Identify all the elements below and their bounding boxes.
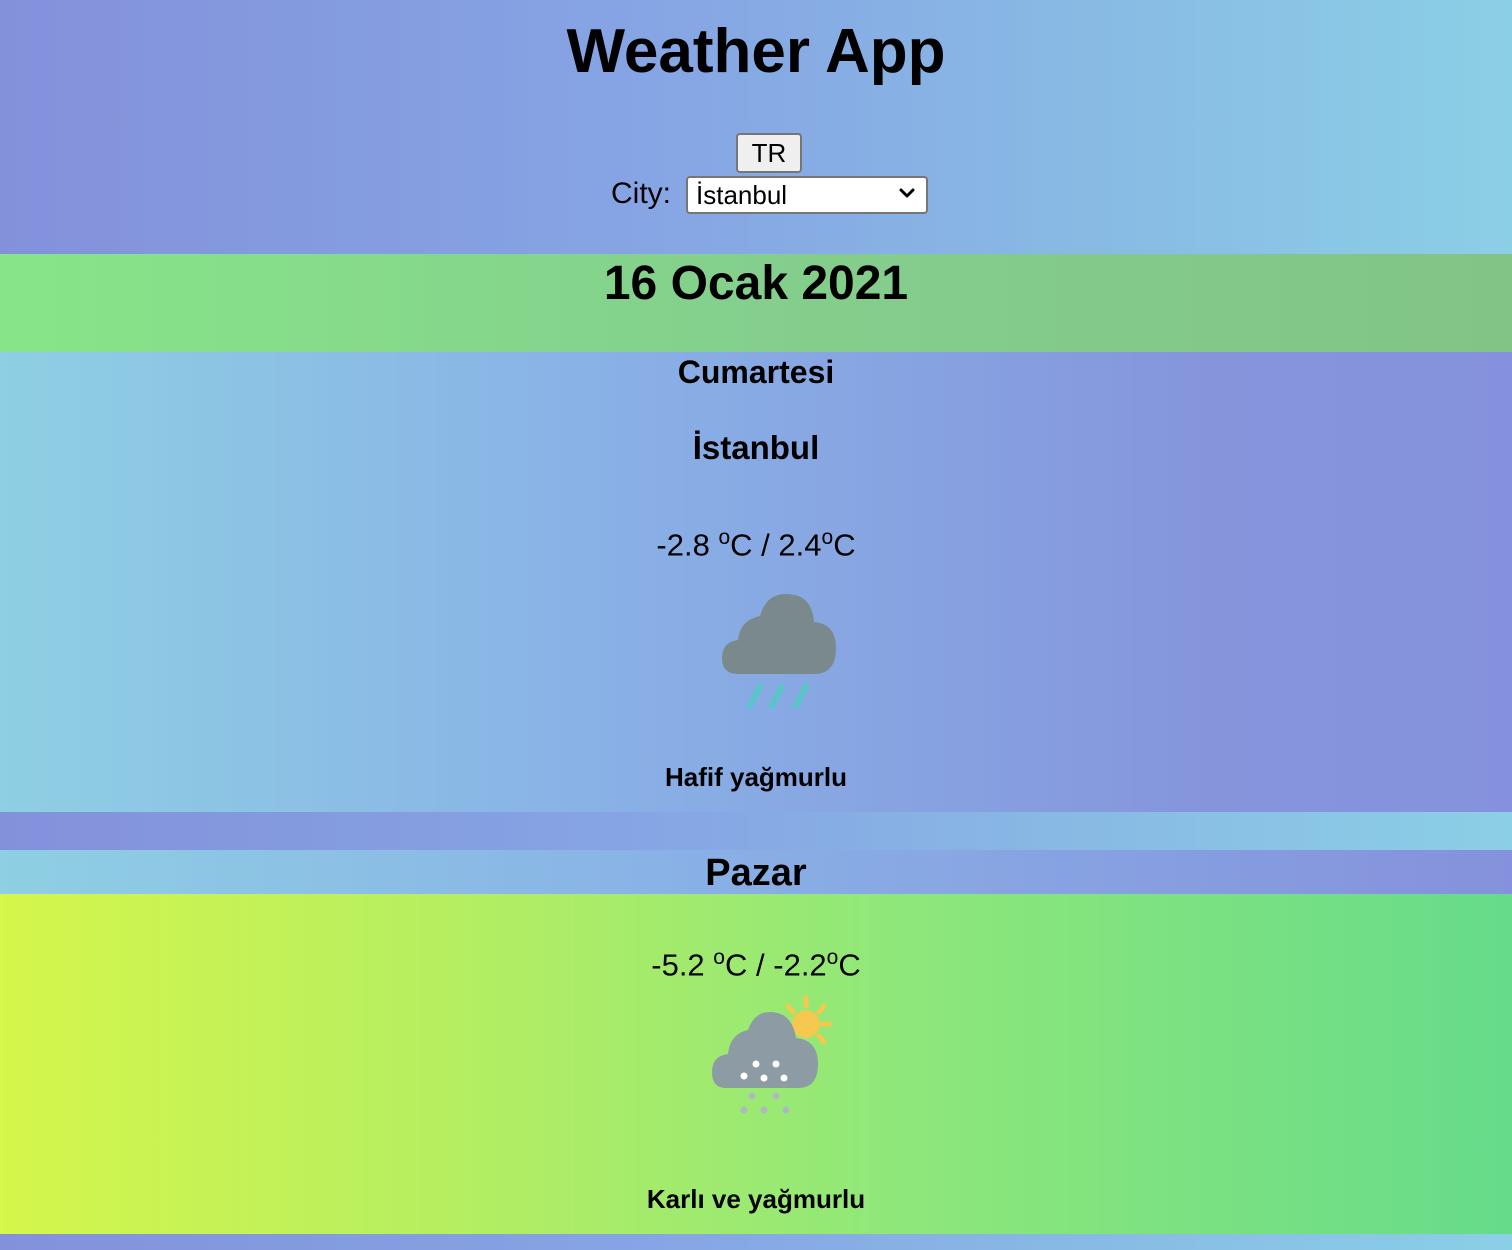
city-name: İstanbul: [692, 429, 820, 466]
section-divider: [0, 812, 1512, 850]
temperature-range: -5.2 oC / -2.2oC: [0, 938, 1512, 985]
day-name: Cumartesi: [677, 354, 835, 390]
city-select[interactable]: İstanbul: [686, 176, 928, 214]
min-temp: -2.8: [656, 527, 710, 563]
weather-description: Hafif yağmurlu: [664, 762, 848, 792]
city-select-value: İstanbul: [696, 180, 788, 210]
day-name: Pazar: [705, 852, 807, 894]
forecast-day-card: [0, 352, 1512, 812]
temp-separator: /: [756, 947, 765, 983]
degree-mark: o: [826, 946, 839, 969]
temp-unit: C: [724, 947, 748, 983]
max-temp: 2.4: [778, 527, 822, 563]
snow-rain-sun-icon: [712, 995, 833, 1114]
forecast-date: 16 Ocak 2021: [603, 257, 909, 310]
cloud-rain-icon: [722, 594, 836, 709]
min-temp: -5.2: [651, 947, 705, 983]
language-toggle-button[interactable]: TR: [736, 133, 802, 173]
temp-unit: C: [838, 947, 861, 983]
temp-unit: C: [833, 527, 856, 563]
degree-mark: o: [718, 526, 731, 549]
temp-separator: /: [761, 527, 770, 563]
max-temp: -2.2: [773, 947, 827, 983]
degree-mark: o: [713, 946, 725, 969]
chevron-down-icon: [899, 188, 915, 198]
city-label: City:: [611, 177, 671, 210]
temp-unit: C: [730, 527, 753, 563]
app-title: Weather App: [566, 17, 946, 86]
degree-mark: o: [821, 526, 834, 549]
footer-band: [0, 1234, 1512, 1250]
weather-description: Karlı ve yağmurlu: [646, 1184, 866, 1214]
temperature-range: -2.8 oC / 2.4oC: [0, 518, 1512, 565]
